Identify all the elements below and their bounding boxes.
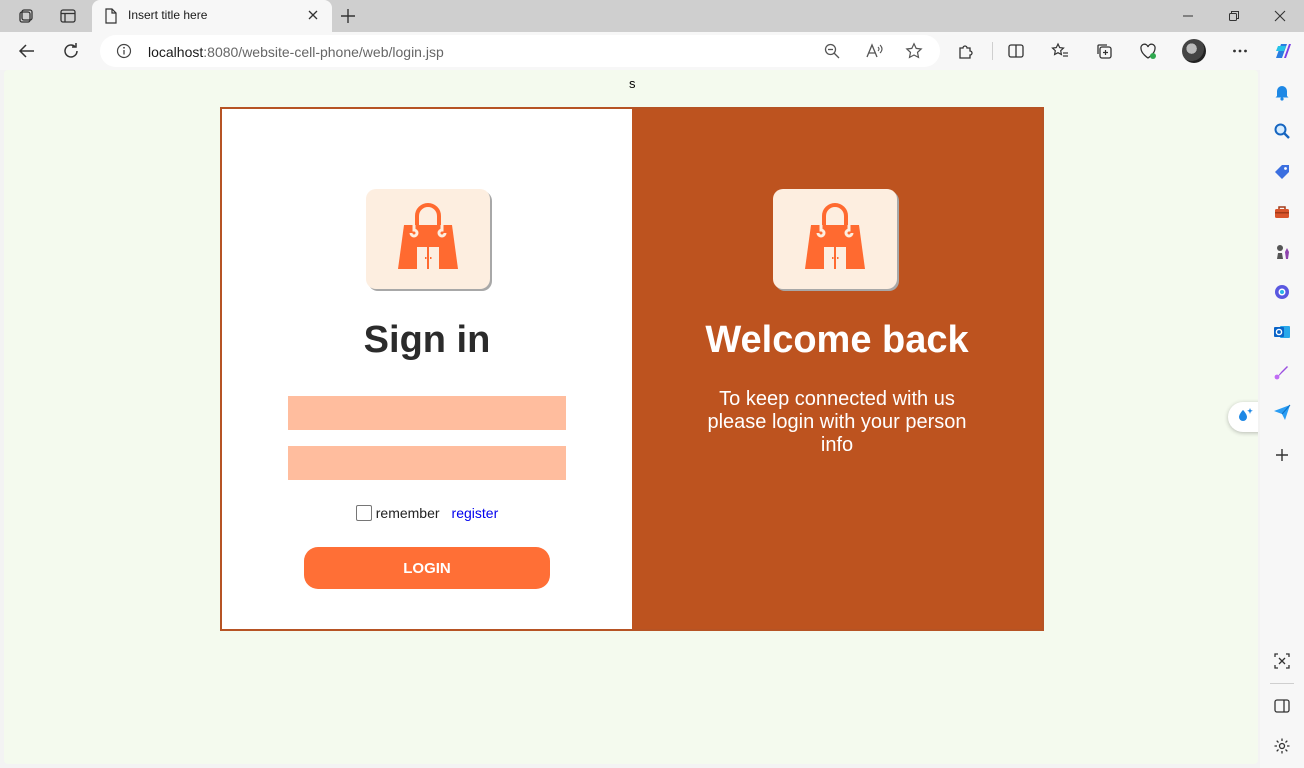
page-viewport: s Sign in remember register LOGIN Welcom…	[4, 70, 1258, 764]
sparkle-icon	[1236, 406, 1254, 429]
workspaces-icon[interactable]	[16, 6, 36, 26]
extensions-icon[interactable]	[956, 41, 976, 61]
tag-icon[interactable]	[1272, 162, 1292, 182]
more-options-icon[interactable]	[1230, 41, 1250, 61]
address-bar[interactable]: localhost:8080/website-cell-phone/web/lo…	[100, 35, 940, 67]
favorite-star-icon[interactable]	[904, 41, 924, 61]
zoom-out-icon[interactable]	[822, 41, 842, 61]
edge-sidebar	[1260, 70, 1304, 768]
remember-checkbox[interactable]	[355, 505, 372, 521]
outlook-icon[interactable]	[1272, 322, 1292, 342]
toolbox-icon[interactable]	[1272, 202, 1292, 222]
welcome-title: Welcome back	[705, 319, 969, 361]
password-field[interactable]	[288, 446, 566, 480]
close-window-icon[interactable]	[1270, 6, 1290, 26]
designer-icon[interactable]	[1272, 362, 1292, 382]
copilot-icon[interactable]	[1272, 282, 1292, 302]
close-tab-icon[interactable]	[306, 8, 320, 27]
add-icon[interactable]	[1272, 445, 1292, 465]
copilot-floating-button[interactable]	[1228, 402, 1258, 432]
remember-row: remember register	[222, 505, 632, 521]
tab-strip: Insert title here	[0, 0, 1304, 32]
minimize-icon[interactable]	[1178, 6, 1198, 26]
welcome-message: To keep connected with us please login w…	[707, 388, 967, 456]
browser-essentials-icon[interactable]	[1138, 41, 1158, 61]
chess-icon[interactable]	[1272, 242, 1292, 262]
tab-title: Insert title here	[128, 8, 208, 22]
signin-logo	[366, 189, 490, 289]
bell-icon[interactable]	[1272, 82, 1292, 102]
settings-icon[interactable]	[1272, 736, 1292, 756]
back-icon[interactable]	[16, 40, 38, 62]
tab-actions-icon[interactable]	[58, 6, 78, 26]
restore-icon[interactable]	[1224, 6, 1244, 26]
tab-active[interactable]: Insert title here	[92, 0, 332, 32]
register-link[interactable]: register	[452, 505, 499, 521]
new-tab-icon[interactable]	[338, 6, 358, 31]
welcome-panel: Welcome back To keep connected with us p…	[632, 109, 1042, 629]
copilot-icon[interactable]	[1271, 39, 1295, 63]
signin-title: Sign in	[363, 319, 491, 361]
signin-panel: Sign in remember register LOGIN	[222, 109, 632, 629]
toolbar-separator	[992, 42, 993, 60]
refresh-icon[interactable]	[60, 40, 82, 62]
split-screen-icon[interactable]	[1006, 41, 1026, 61]
stray-text: s	[629, 76, 636, 91]
username-field[interactable]	[288, 396, 566, 430]
sidebar-toggle-icon[interactable]	[1272, 696, 1292, 716]
welcome-logo	[773, 189, 897, 289]
shopping-bag-icon	[803, 201, 867, 278]
profile-avatar[interactable]	[1182, 39, 1206, 63]
url-text[interactable]: localhost:8080/website-cell-phone/web/lo…	[148, 44, 444, 60]
info-icon[interactable]	[116, 43, 132, 64]
toolbar: localhost:8080/website-cell-phone/web/lo…	[0, 32, 1304, 70]
search-icon[interactable]	[1272, 121, 1292, 141]
shopping-bag-icon	[396, 201, 460, 278]
login-container: Sign in remember register LOGIN Welcome …	[220, 107, 1044, 631]
read-aloud-icon[interactable]	[864, 41, 884, 61]
sidebar-separator	[1270, 683, 1294, 684]
document-icon	[104, 8, 118, 29]
screenshot-icon[interactable]	[1272, 651, 1292, 671]
login-button[interactable]: LOGIN	[304, 547, 550, 589]
collections-icon[interactable]	[1094, 41, 1114, 61]
remember-label: remember	[375, 505, 440, 521]
send-icon[interactable]	[1272, 402, 1292, 422]
favorites-icon[interactable]	[1050, 41, 1070, 61]
